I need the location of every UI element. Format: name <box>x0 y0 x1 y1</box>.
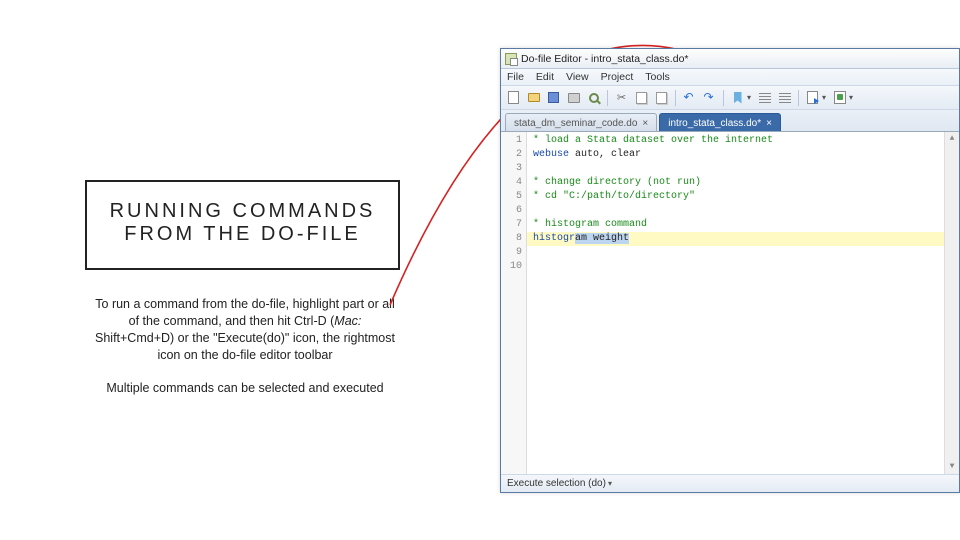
bookmark-button[interactable] <box>729 89 746 106</box>
paste-button[interactable] <box>653 89 670 106</box>
line-number: 5 <box>501 190 522 204</box>
line-number: 1 <box>501 134 522 148</box>
tab-seminar-code[interactable]: stata_dm_seminar_code.do × <box>505 113 657 131</box>
undo-button[interactable] <box>681 89 698 106</box>
print-icon <box>568 93 580 103</box>
line-number: 8 <box>501 232 522 246</box>
dofile-editor-window: Do-file Editor - intro_stata_class.do* F… <box>500 48 960 493</box>
outdent-button[interactable] <box>756 89 773 106</box>
window-title-text: Do-file Editor - intro_stata_class.do* <box>521 53 689 65</box>
paragraph-2: Multiple commands can be selected and ex… <box>95 380 395 397</box>
search-icon <box>589 93 599 103</box>
status-text: Execute selection (do) <box>507 478 606 489</box>
copy-icon <box>636 92 647 104</box>
line-number: 4 <box>501 176 522 190</box>
para1-part-c: Shift+Cmd+D) or the "Execute(do)" icon, … <box>95 331 395 362</box>
open-button[interactable] <box>525 89 542 106</box>
open-folder-icon <box>528 93 540 102</box>
menu-file[interactable]: File <box>507 71 524 83</box>
dropdown-icon[interactable]: ▾ <box>608 479 612 488</box>
code-editor[interactable]: 1 2 3 4 5 6 7 8 9 10 * load a Stata data… <box>501 132 959 474</box>
app-icon <box>505 53 517 65</box>
run-button[interactable] <box>804 89 821 106</box>
slide-title: RUNNING COMMANDS FROM THE DO-FILE <box>97 200 388 246</box>
scroll-up-icon[interactable]: ▲ <box>945 132 959 146</box>
toolbar: ✂ ▾ ▾ ▾ <box>501 86 959 110</box>
code-content[interactable]: * load a Stata dataset over the internet… <box>527 132 944 474</box>
bookmark-icon <box>734 92 742 104</box>
code-line-8-selection: am weight <box>575 233 629 244</box>
tab-label: intro_stata_class.do* <box>668 118 761 129</box>
line-number: 10 <box>501 260 522 274</box>
code-line-7: * histogram command <box>533 219 647 230</box>
toolbar-separator <box>607 90 608 106</box>
toolbar-separator <box>723 90 724 106</box>
execute-do-icon <box>834 91 846 104</box>
run-icon <box>807 91 818 104</box>
cut-button[interactable]: ✂ <box>613 89 630 106</box>
save-disk-icon <box>548 92 559 103</box>
line-number: 9 <box>501 246 522 260</box>
window-titlebar[interactable]: Do-file Editor - intro_stata_class.do* <box>501 49 959 69</box>
copy-button[interactable] <box>633 89 650 106</box>
undo-icon <box>684 93 696 103</box>
redo-icon <box>704 93 716 103</box>
execute-do-button[interactable] <box>831 89 848 106</box>
line-number: 6 <box>501 204 522 218</box>
menu-project[interactable]: Project <box>601 71 634 83</box>
code-line-5b: "C:/path/to/directory" <box>563 191 695 202</box>
menubar: File Edit View Project Tools <box>501 69 959 86</box>
close-icon[interactable]: × <box>642 118 648 129</box>
new-button[interactable] <box>505 89 522 106</box>
line-number: 2 <box>501 148 522 162</box>
new-file-icon <box>508 91 519 104</box>
code-line-8-cmd: histogr <box>533 233 575 244</box>
code-line-5a: * cd <box>533 191 563 202</box>
code-line-2-cmd: webuse <box>533 149 569 160</box>
menu-view[interactable]: View <box>566 71 589 83</box>
paste-icon <box>656 92 667 104</box>
menu-edit[interactable]: Edit <box>536 71 554 83</box>
paragraph-1: To run a command from the do-file, highl… <box>95 296 395 364</box>
menu-tools[interactable]: Tools <box>645 71 670 83</box>
line-number-gutter: 1 2 3 4 5 6 7 8 9 10 <box>501 132 527 474</box>
print-button[interactable] <box>565 89 582 106</box>
toolbar-separator <box>675 90 676 106</box>
tab-label: stata_dm_seminar_code.do <box>514 118 637 129</box>
vertical-scrollbar[interactable]: ▲ ▼ <box>944 132 959 474</box>
scroll-down-icon[interactable]: ▼ <box>945 460 959 474</box>
save-button[interactable] <box>545 89 562 106</box>
redo-button[interactable] <box>701 89 718 106</box>
tab-bar: stata_dm_seminar_code.do × intro_stata_c… <box>501 110 959 132</box>
line-number: 7 <box>501 218 522 232</box>
outdent-icon <box>759 93 771 103</box>
dropdown-icon[interactable]: ▾ <box>822 93 828 102</box>
cut-icon: ✂ <box>617 91 626 104</box>
code-line-2-args: auto, clear <box>569 149 641 160</box>
dropdown-icon[interactable]: ▾ <box>849 93 855 102</box>
code-line-4: * change directory (not run) <box>533 177 701 188</box>
status-bar: Execute selection (do) ▾ <box>501 474 959 492</box>
tab-intro-stata-class[interactable]: intro_stata_class.do* × <box>659 113 781 131</box>
indent-button[interactable] <box>776 89 793 106</box>
indent-icon <box>779 93 791 103</box>
para1-mac-italic: Mac: <box>334 314 361 328</box>
code-line-1: * load a Stata dataset over the internet <box>533 135 773 146</box>
toolbar-separator <box>798 90 799 106</box>
dropdown-icon[interactable]: ▾ <box>747 93 753 102</box>
close-icon[interactable]: × <box>766 118 772 129</box>
line-number: 3 <box>501 162 522 176</box>
slide-title-box: RUNNING COMMANDS FROM THE DO-FILE <box>85 180 400 270</box>
find-button[interactable] <box>585 89 602 106</box>
